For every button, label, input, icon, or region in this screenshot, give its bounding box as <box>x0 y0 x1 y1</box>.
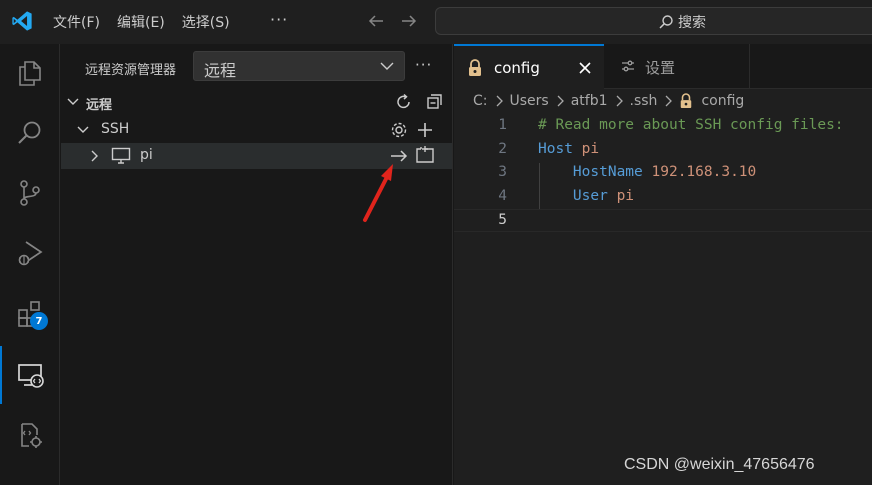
close-icon[interactable] <box>578 61 592 75</box>
code-token: User <box>572 187 617 204</box>
back-arrow-icon[interactable] <box>366 11 386 31</box>
sidebar-title: 远程资源管理器 <box>85 63 177 78</box>
command-center-search[interactable]: 搜索 <box>435 7 872 35</box>
line-text: User pi <box>538 188 634 204</box>
search-label: 搜索 <box>678 15 706 31</box>
collapse-all-icon[interactable] <box>425 92 445 112</box>
lock-icon <box>469 59 481 76</box>
ssh-group-row[interactable]: SSH <box>61 117 452 143</box>
tab-config-label: config <box>494 59 540 77</box>
search-activity-icon <box>18 121 41 144</box>
code-line[interactable]: 3 HostName 192.168.3.10 <box>454 162 872 185</box>
explorer-activity[interactable] <box>0 44 60 102</box>
activity-bar: 7 <box>0 44 60 485</box>
open-new-window-icon[interactable] <box>415 145 435 165</box>
remote-explorer-icon <box>18 364 44 388</box>
chevron-down-icon <box>77 126 89 133</box>
line-text: Host pi <box>538 141 599 157</box>
watermark: CSDN @weixin_47656476 <box>624 456 815 473</box>
chevron-right-icon <box>557 95 564 107</box>
code-line[interactable]: 2 Host pi <box>454 139 872 162</box>
search-activity[interactable] <box>0 104 60 162</box>
menu-selection[interactable]: 选择(S) <box>182 12 230 32</box>
code-token: pi <box>616 187 635 204</box>
forward-arrow-icon[interactable] <box>399 11 419 31</box>
line-number: 4 <box>498 187 507 204</box>
remote-explorer-sidebar: 远程资源管理器 远程 ··· 远程 SSH pi <box>61 44 453 485</box>
refresh-icon[interactable] <box>394 92 414 112</box>
breadcrumb-user[interactable]: atfb1 <box>571 93 608 109</box>
gear-icon[interactable] <box>389 120 409 140</box>
run-debug-icon <box>18 241 43 266</box>
code-line[interactable]: 5 <box>454 209 872 232</box>
chevron-right-icon <box>496 95 503 107</box>
chevron-right-icon <box>616 95 623 107</box>
line-text: HostName 192.168.3.10 <box>538 164 756 180</box>
line-number: 5 <box>498 212 507 228</box>
sidebar-more-button[interactable]: ··· <box>415 56 432 74</box>
settings-sliders-icon <box>622 60 634 72</box>
section-title: 远程 <box>86 98 113 113</box>
remote-type-value: 远程 <box>204 61 237 80</box>
tab-config[interactable]: config <box>454 44 604 89</box>
code-token: Host <box>538 140 582 157</box>
remote-explorer-activity[interactable] <box>0 346 60 404</box>
menu-bar: 文件(F) 编辑(E) 选择(S) <box>53 12 247 32</box>
code-token: pi <box>581 140 600 157</box>
breadcrumb-ssh[interactable]: .ssh <box>630 93 658 109</box>
title-bar: 文件(F) 编辑(E) 选择(S) ··· 搜索 <box>0 0 872 44</box>
chevron-down-icon <box>380 62 394 70</box>
extensions-badge: 7 <box>30 312 48 330</box>
extensions-activity[interactable]: 7 <box>0 284 60 342</box>
remote-section-header[interactable]: 远程 <box>61 91 452 113</box>
breadcrumb-file[interactable]: config <box>701 93 744 109</box>
tab-settings-label: 设置 <box>645 59 676 77</box>
source-control-icon <box>20 180 40 206</box>
menu-more-button[interactable]: ··· <box>270 10 288 29</box>
code-token: HostName <box>572 164 652 180</box>
breadcrumb: C: Users atfb1 .ssh config <box>454 90 872 112</box>
code-token: 192.168.3.10 <box>651 164 757 180</box>
vscode-logo-icon[interactable] <box>11 10 33 32</box>
code-line[interactable]: 1 # Read more about SSH config files: <box>454 115 872 138</box>
monitor-icon <box>111 147 131 164</box>
search-icon <box>659 15 673 29</box>
files-icon <box>19 61 41 86</box>
chevron-right-icon <box>665 95 673 107</box>
source-control-activity[interactable] <box>0 164 60 222</box>
line-text: # Read more about SSH config files: <box>538 117 844 133</box>
tab-settings[interactable]: 设置 <box>605 44 750 89</box>
host-label: pi <box>140 147 153 163</box>
menu-edit[interactable]: 编辑(E) <box>117 12 165 32</box>
remote-settings-icon <box>21 423 42 448</box>
line-number: 2 <box>498 140 507 157</box>
editor-tabs: config 设置 <box>454 44 872 89</box>
settings-sync-activity[interactable] <box>0 406 60 464</box>
chevron-right-icon <box>91 150 98 162</box>
run-debug-activity[interactable] <box>0 224 60 282</box>
chevron-down-icon <box>67 98 79 105</box>
code-editor[interactable]: 1 # Read more about SSH config files: 2 Hos… <box>454 115 872 235</box>
line-number: 3 <box>498 164 507 180</box>
annotation-arrow-icon <box>363 164 393 222</box>
ssh-group-label: SSH <box>101 121 130 137</box>
breadcrumb-drive[interactable]: C: <box>473 93 488 109</box>
breadcrumb-users[interactable]: Users <box>510 93 549 109</box>
lock-icon <box>681 93 692 108</box>
code-token: # Read more about SSH config files: <box>538 117 844 133</box>
remote-type-select[interactable]: 远程 <box>193 51 405 81</box>
add-icon[interactable] <box>415 120 435 140</box>
menu-file[interactable]: 文件(F) <box>53 12 100 32</box>
code-line[interactable]: 4 User pi <box>454 186 872 209</box>
line-number: 1 <box>498 117 507 133</box>
editor-area: config 设置 C: Users atfb1 .ssh config 1 #… <box>454 44 872 485</box>
